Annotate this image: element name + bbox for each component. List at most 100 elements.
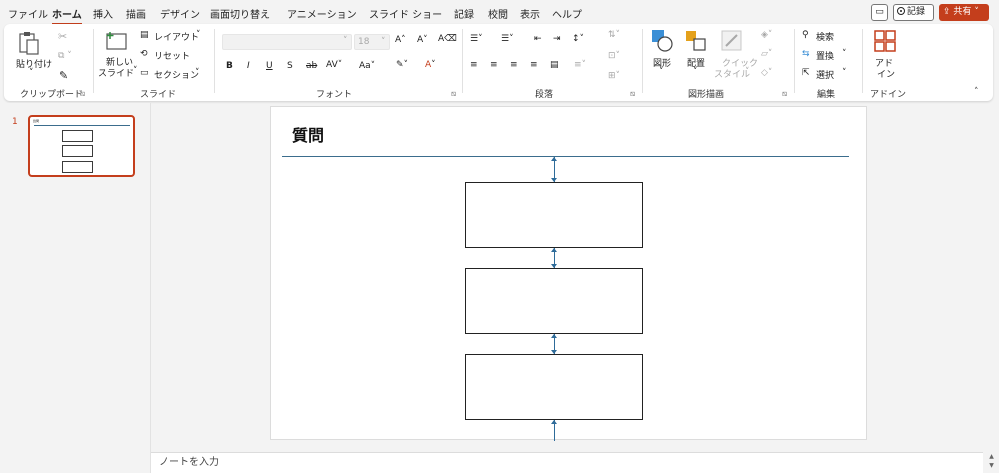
scrollbar[interactable]: ▲ ▼ (984, 452, 999, 473)
font-launcher-icon[interactable]: ⧅ (451, 89, 456, 99)
select-button-label[interactable]: 選択 (816, 68, 834, 81)
italic-icon[interactable]: I (247, 61, 250, 71)
copy-icon[interactable]: ⧉ ˅ (58, 51, 72, 61)
comments-button[interactable]: ▭ (871, 4, 888, 21)
layout-dropdown-icon[interactable]: ˅ (196, 30, 201, 40)
quick-styles-icon[interactable] (720, 29, 744, 53)
notes-input[interactable]: ノートを入力 (151, 452, 983, 473)
new-slide-dropdown-icon[interactable]: ˅ (133, 66, 138, 76)
bold-icon[interactable]: B (226, 61, 233, 71)
addins-button-label-2[interactable]: イン (877, 67, 895, 80)
tab-review[interactable]: 校閲 (488, 6, 508, 21)
underline-icon[interactable]: U (266, 61, 273, 71)
align-center-icon[interactable]: ≡ (490, 60, 498, 70)
align-text-icon[interactable]: ⊡˅ (608, 51, 620, 61)
shrink-font-icon[interactable]: A˅ (417, 35, 428, 45)
smartart-icon[interactable]: ⊞˅ (608, 71, 620, 81)
flow-box-2[interactable] (465, 268, 643, 334)
grow-font-icon[interactable]: A˄ (395, 35, 406, 45)
text-direction-icon[interactable]: ⇅˅ (608, 30, 620, 40)
addins-icon[interactable] (873, 29, 897, 53)
line-spacing-icon[interactable]: ↕˅ (572, 34, 584, 44)
strikethrough-icon[interactable]: ab (306, 61, 317, 71)
font-size-select[interactable]: 18 ˅ (354, 34, 390, 50)
shape-fill-icon[interactable]: ◈˅ (761, 30, 772, 40)
select-icon[interactable]: ⇱ (802, 68, 810, 78)
columns-icon[interactable]: ≡˅ (574, 60, 586, 70)
reset-button-label[interactable]: リセット (154, 49, 190, 62)
flow-box-3[interactable] (465, 354, 643, 420)
layout-icon[interactable]: ▤ (140, 30, 149, 40)
replace-dropdown-icon[interactable]: ˅ (842, 49, 847, 59)
paragraph-launcher-icon[interactable]: ⧅ (630, 89, 635, 99)
bullets-icon[interactable]: ☰˅ (470, 34, 483, 44)
cut-icon[interactable]: ✂ (58, 30, 67, 43)
tab-record[interactable]: 記録 (454, 6, 474, 21)
replace-icon[interactable]: ⇆ (802, 49, 810, 59)
select-dropdown-icon[interactable]: ˅ (842, 68, 847, 78)
paste-dropdown-icon[interactable]: ˅ (29, 68, 34, 78)
drawing-launcher-icon[interactable]: ⧅ (782, 89, 787, 99)
shapes-dropdown-icon[interactable]: ˅ (659, 67, 664, 77)
shapes-icon[interactable] (650, 28, 674, 52)
align-left-icon[interactable]: ≡ (470, 60, 478, 70)
tab-draw[interactable]: 描画 (126, 6, 146, 21)
section-button-label[interactable]: セクション (154, 68, 199, 81)
tab-animations[interactable]: アニメーション (287, 6, 357, 21)
tab-help[interactable]: ヘルプ (552, 6, 582, 21)
find-button-label[interactable]: 検索 (816, 30, 834, 43)
tab-insert[interactable]: 挿入 (93, 6, 113, 21)
numbering-icon[interactable]: ☰˅ (501, 34, 514, 44)
shape-outline-icon[interactable]: ▱˅ (761, 49, 772, 59)
char-spacing-icon[interactable]: AV˅ (326, 60, 342, 70)
slide-title[interactable]: 質問 (292, 122, 324, 146)
collapse-ribbon-icon[interactable]: ˄ (974, 87, 979, 97)
quick-styles-dropdown-icon[interactable]: ˅ (745, 67, 750, 77)
clipboard-group-label: クリップボード (20, 90, 84, 100)
format-painter-icon[interactable]: ✎ (59, 69, 68, 82)
distributed-icon[interactable]: ▤ (550, 60, 559, 70)
slide-canvas[interactable]: 質問 (270, 106, 867, 441)
replace-button-label[interactable]: 置換 (816, 49, 834, 62)
section-icon[interactable]: ▭ (140, 68, 149, 78)
tab-file[interactable]: ファイル (8, 6, 48, 21)
record-button[interactable]: 記録 (893, 4, 934, 21)
section-dropdown-icon[interactable]: ˅ (195, 68, 200, 78)
shadow-icon[interactable]: S (287, 61, 293, 71)
tab-view[interactable]: 表示 (520, 6, 540, 21)
tab-home[interactable]: ホーム (52, 6, 82, 25)
font-family-select[interactable]: ˅ (222, 34, 352, 50)
thumbnail-box (62, 145, 93, 157)
highlight-icon[interactable]: ✎˅ (396, 60, 408, 70)
slide-thumbnail[interactable]: 質問 (28, 115, 135, 177)
shape-effects-icon[interactable]: ◇˅ (761, 68, 772, 78)
tab-slideshow[interactable]: スライド ショー (369, 6, 442, 21)
align-right-icon[interactable]: ≡ (510, 60, 518, 70)
decrease-indent-icon[interactable]: ⇤ (534, 34, 542, 44)
paste-button-label[interactable]: 貼り付け (16, 57, 52, 70)
scroll-down-icon[interactable]: ▼ (984, 461, 999, 470)
justify-icon[interactable]: ≡ (530, 60, 538, 70)
reset-icon[interactable]: ⟲ (140, 49, 148, 59)
tab-transitions[interactable]: 画面切り替え (210, 6, 270, 21)
change-case-icon[interactable]: Aa˅ (359, 61, 375, 71)
font-color-icon[interactable]: A˅ (425, 60, 436, 70)
new-slide-label-2[interactable]: スライド (98, 66, 134, 79)
flow-box-1[interactable] (465, 182, 643, 248)
clipboard-launcher-icon[interactable]: ⧅ (80, 89, 85, 99)
increase-indent-icon[interactable]: ⇥ (553, 34, 561, 44)
arrange-icon[interactable] (684, 29, 708, 53)
paste-icon[interactable] (18, 30, 40, 56)
new-slide-icon[interactable] (105, 29, 129, 51)
drawing-group-label: 図形描画 (688, 90, 725, 100)
thumbnail-title-rule (34, 125, 130, 126)
clear-formatting-icon[interactable]: A⌫ (438, 34, 457, 44)
search-icon[interactable]: ⚲ (802, 30, 809, 40)
slides-group-label: スライド (140, 90, 177, 100)
share-button[interactable]: ⇪ 共有 ˅ (939, 4, 989, 21)
arrange-dropdown-icon[interactable]: ˅ (693, 67, 698, 77)
layout-button-label[interactable]: レイアウト (154, 30, 199, 43)
tab-design[interactable]: デザイン (160, 6, 200, 21)
ribbon: 貼り付け ˅ ✂ ⧉ ˅ ✎ クリップボード ⧅ 新しい スライド ˅ ▤ レイ… (4, 24, 993, 101)
scroll-up-icon[interactable]: ▲ (984, 452, 999, 461)
